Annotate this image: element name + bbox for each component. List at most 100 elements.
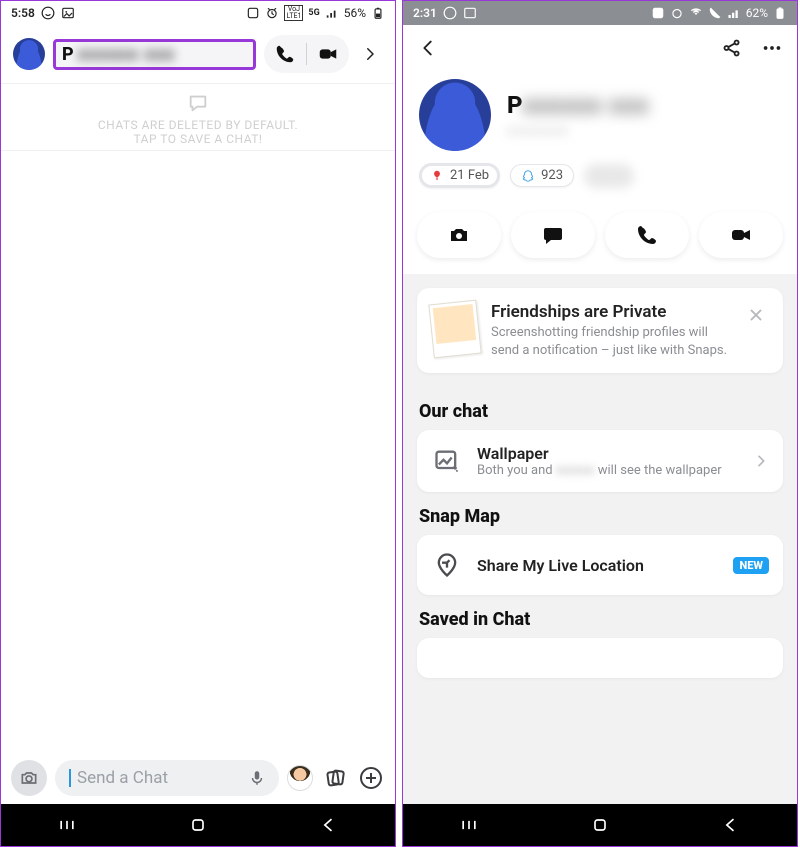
add-button[interactable] — [357, 764, 385, 792]
friend-avatar-large[interactable] — [419, 79, 491, 151]
chat-icon — [541, 223, 565, 247]
privacy-title: Friendships are Private — [491, 302, 731, 322]
ghost-icon — [521, 169, 535, 183]
nfc-icon — [651, 6, 665, 20]
wallpaper-subtitle: Both you and xxxxxx will see the wallpap… — [477, 463, 739, 478]
back-button[interactable] — [417, 37, 439, 59]
privacy-body: Screenshotting friendship profiles will … — [491, 324, 731, 359]
android-home-button[interactable] — [590, 815, 610, 835]
network-type-icon: VoJLTE1 — [284, 5, 303, 21]
signal-icon — [325, 6, 339, 20]
chevron-right-icon — [361, 45, 379, 63]
mic-button[interactable] — [243, 764, 271, 792]
android-back-button[interactable] — [319, 815, 339, 835]
android-recents-button[interactable] — [459, 815, 479, 835]
polaroid-icon — [428, 300, 481, 359]
android-home-button[interactable] — [188, 815, 208, 835]
battery-icon — [773, 6, 787, 20]
chat-empty-state: CHATS ARE DELETED BY DEFAULT. TAP TO SAV… — [1, 83, 395, 151]
chevron-left-icon — [417, 37, 439, 59]
android-back-button[interactable] — [721, 815, 741, 835]
section-snap-map-title: Snap Map — [419, 506, 781, 527]
status-time: 5:58 — [11, 6, 35, 20]
cards-icon — [323, 766, 347, 790]
dismiss-privacy-button[interactable] — [743, 302, 769, 328]
zodiac-chip-redacted[interactable] — [584, 164, 634, 188]
share-button[interactable] — [721, 37, 743, 59]
birthday-text: 21 Feb — [450, 168, 489, 183]
mic-icon — [248, 769, 266, 787]
image-icon — [61, 6, 75, 20]
friend-name-button[interactable]: Pxxxxxx xxx — [53, 39, 256, 70]
call-pill — [264, 35, 349, 73]
battery-icon — [371, 6, 385, 20]
profile-chips: 21 Feb 923 — [419, 163, 781, 188]
section-saved-chat-title: Saved in Chat — [419, 609, 781, 630]
video-icon — [729, 223, 753, 247]
signal-icon — [727, 6, 741, 20]
voice-call-button[interactable] — [605, 212, 689, 258]
memories-button[interactable] — [321, 764, 349, 792]
alarm-icon — [670, 6, 684, 20]
friend-avatar[interactable] — [13, 38, 45, 70]
wifi-call-icon — [689, 6, 703, 20]
profile-header: Pxxxxxx xxx xxxxxxx 21 Feb 923 — [403, 71, 797, 202]
chevron-right-icon — [753, 453, 769, 469]
friend-name-initial: P — [62, 44, 74, 65]
snapscore-text: 923 — [541, 168, 563, 183]
battery-percent: 62% — [746, 6, 768, 20]
birthday-chip[interactable]: 21 Feb — [419, 163, 500, 188]
phone-icon — [274, 43, 296, 65]
android-status-bar: 2:31 62% — [403, 1, 797, 25]
wallpaper-row[interactable]: Wallpaper Both you and xxxxxx will see t… — [417, 430, 783, 492]
new-badge: NEW — [733, 557, 769, 574]
chat-header: Pxxxxxx xxx — [1, 25, 395, 83]
saved-chat-card[interactable] — [417, 638, 783, 678]
video-call-button[interactable] — [699, 212, 783, 258]
video-call-button[interactable] — [313, 39, 343, 69]
phone-icon — [635, 223, 659, 247]
profile-action-row — [403, 202, 797, 274]
screenshot-left: 5:58 VoJLTE1 5G 56% Pxxxxxx xxx — [0, 0, 396, 847]
image-icon — [463, 6, 477, 20]
privacy-notice-card: Friendships are Private Screenshotting f… — [417, 288, 783, 373]
plus-circle-icon — [359, 766, 383, 790]
bitmoji-sticker-button[interactable] — [287, 765, 313, 791]
section-our-chat-title: Our chat — [419, 401, 781, 422]
status-time: 2:31 — [413, 6, 437, 20]
android-recents-button[interactable] — [57, 815, 77, 835]
share-icon — [721, 37, 743, 59]
camera-icon — [447, 223, 471, 247]
header-chevron-button[interactable] — [357, 45, 383, 63]
network-5g-badge: 5G — [308, 8, 319, 18]
empty-line-2: TAP TO SAVE A CHAT! — [1, 132, 395, 146]
camera-icon — [19, 768, 39, 788]
more-button[interactable] — [761, 37, 783, 59]
divider — [306, 43, 307, 65]
share-location-label: Share My Live Location — [477, 556, 719, 575]
location-pin-icon — [433, 551, 461, 579]
friend-username-redacted: xxxxxxx — [507, 123, 649, 139]
whatsapp-icon — [41, 6, 55, 20]
chat-input-placeholder: Send a Chat — [77, 768, 243, 788]
android-status-bar: 5:58 VoJLTE1 5G 56% — [1, 1, 395, 25]
profile-top-bar — [403, 25, 797, 71]
android-nav-bar — [403, 804, 797, 846]
share-location-row[interactable]: Share My Live Location NEW — [417, 535, 783, 595]
chat-text-input[interactable]: Send a Chat — [55, 760, 279, 796]
snapscore-chip[interactable]: 923 — [510, 164, 574, 187]
text-caret — [69, 769, 71, 787]
screenshot-right: 2:31 62% — [402, 0, 798, 847]
chat-body[interactable] — [1, 151, 395, 752]
camera-button[interactable] — [11, 760, 47, 796]
snap-button[interactable] — [417, 212, 501, 258]
nfc-icon — [246, 6, 260, 20]
friend-name-redacted: xxxxxx xxx — [78, 44, 175, 65]
chat-button[interactable] — [511, 212, 595, 258]
android-nav-bar — [1, 804, 395, 846]
friend-name-initial: P — [507, 91, 523, 119]
wallpaper-icon — [433, 447, 461, 475]
voice-call-button[interactable] — [270, 39, 300, 69]
chat-input-row: Send a Chat — [1, 752, 395, 804]
volte-icon — [708, 6, 722, 20]
